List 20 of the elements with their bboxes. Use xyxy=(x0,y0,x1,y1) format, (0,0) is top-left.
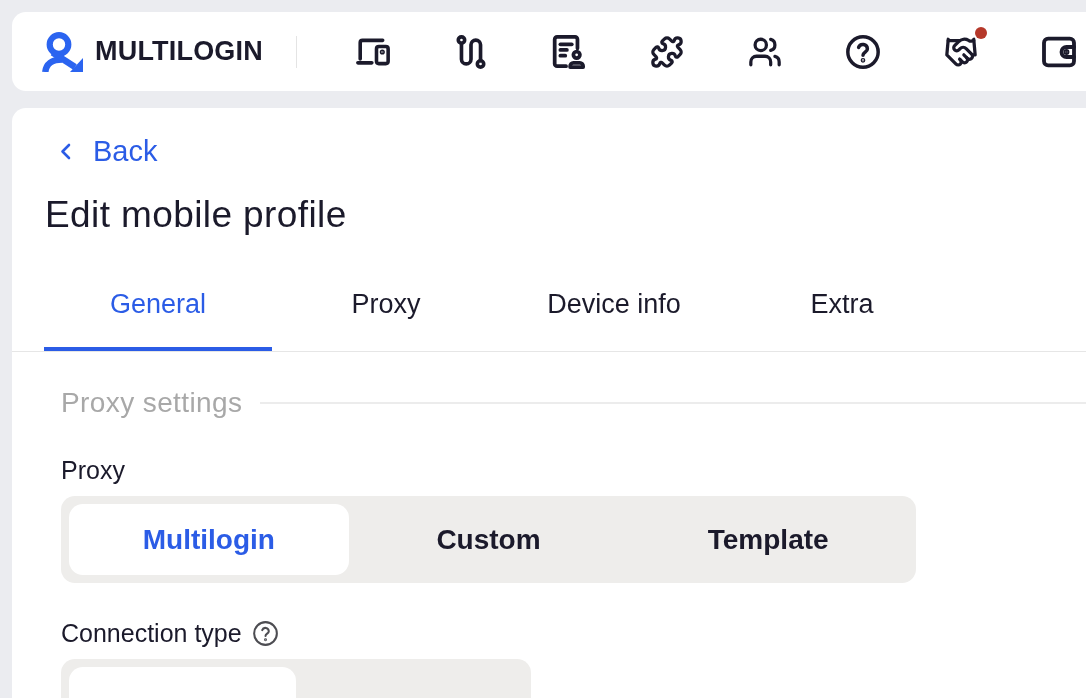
back-link[interactable]: Back xyxy=(60,133,158,169)
field-label: Proxy xyxy=(61,455,125,485)
help-icon[interactable] xyxy=(252,620,278,646)
segment-option[interactable]: Custom xyxy=(348,504,629,575)
tab[interactable]: Proxy xyxy=(272,257,500,351)
segment-option[interactable]: Template xyxy=(628,504,908,575)
segment-option[interactable]: Multilogin xyxy=(69,504,349,575)
tab[interactable]: Device info xyxy=(500,257,728,351)
logo-text: MULTILOGIN xyxy=(95,36,263,67)
section-title: Proxy settings xyxy=(61,386,243,420)
wallet-icon[interactable] xyxy=(1041,34,1076,69)
field-label: Connection type xyxy=(61,618,242,648)
tab[interactable]: General xyxy=(44,257,272,351)
chevron-left-icon xyxy=(60,142,71,160)
profile-document-icon[interactable] xyxy=(551,34,586,69)
page-title: Edit mobile profile xyxy=(45,193,347,237)
logo-icon xyxy=(42,31,83,72)
tab[interactable]: Extra xyxy=(728,257,956,351)
puzzle-icon[interactable] xyxy=(649,34,684,69)
help-icon[interactable] xyxy=(845,34,880,69)
